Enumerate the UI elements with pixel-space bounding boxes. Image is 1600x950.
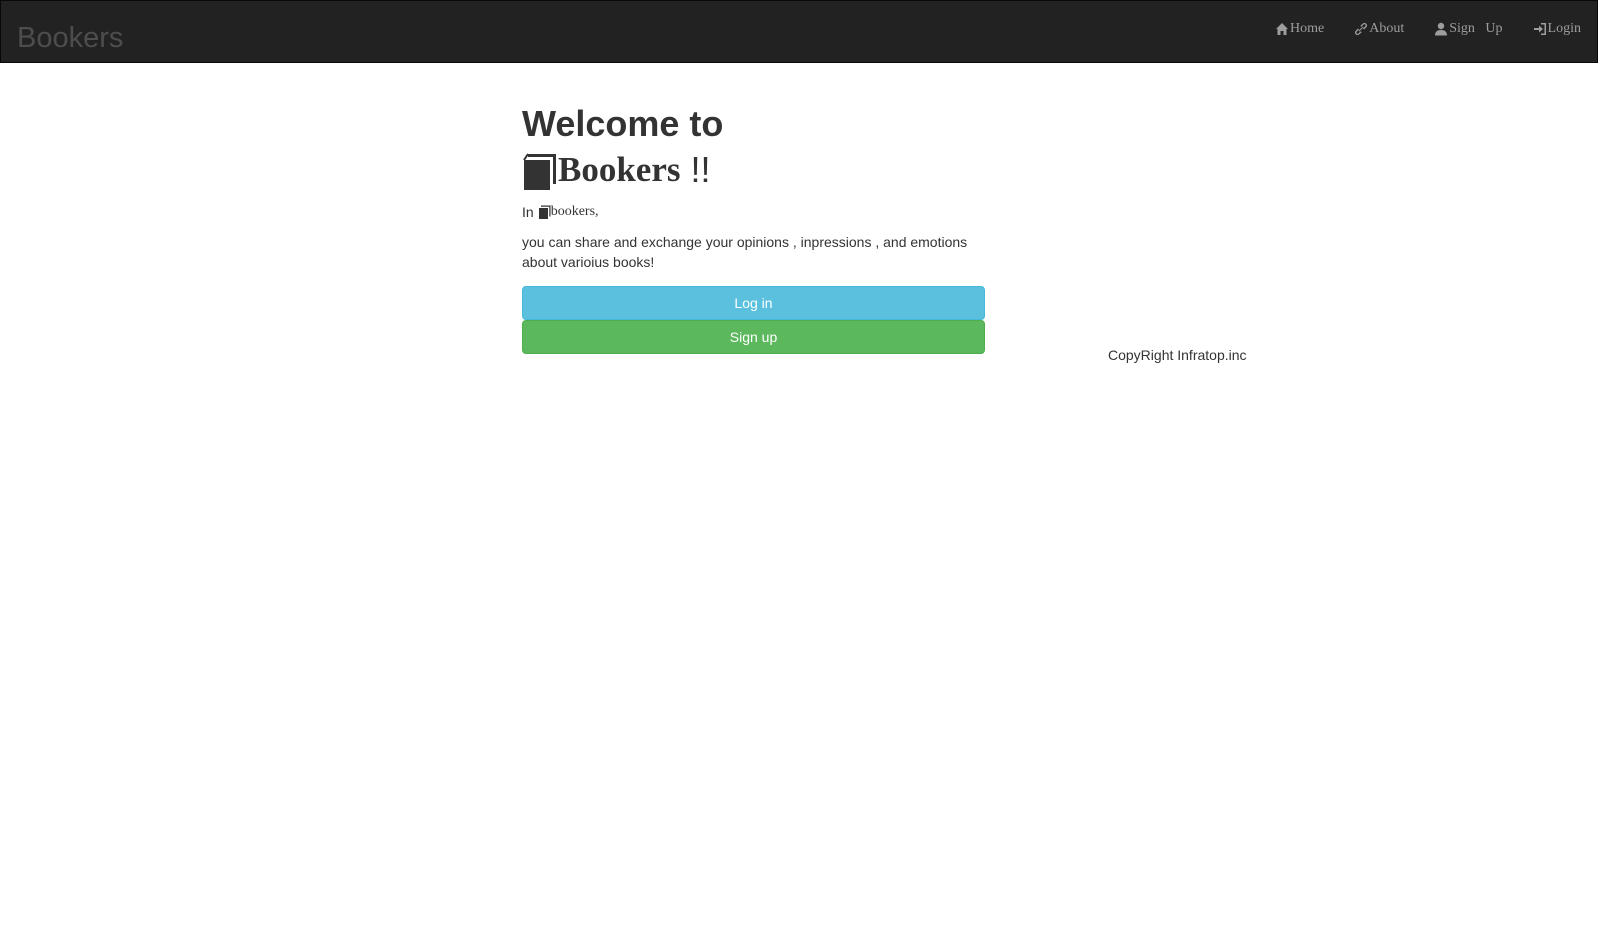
description-text: you can share and exchange your opinions… xyxy=(522,234,968,270)
copyright-text: CopyRight Infratop.inc xyxy=(1108,347,1247,363)
welcome-brand-line: Bookers !! xyxy=(522,144,985,190)
welcome-heading: Welcome to xyxy=(522,103,724,144)
small-book-icon xyxy=(538,205,551,219)
intro-brand-name: bookers, xyxy=(550,204,599,219)
intro-in-word: In xyxy=(522,204,534,220)
link-icon xyxy=(1355,23,1368,35)
top-navbar: Bookers Home About Sign Up Login xyxy=(0,0,1598,63)
user-icon xyxy=(1435,22,1448,36)
nav-item-about[interactable]: About xyxy=(1354,19,1404,39)
intro-line: In bookers, xyxy=(522,202,985,222)
book-icon xyxy=(523,153,556,190)
nav-item-signup[interactable]: Sign Up xyxy=(1434,19,1503,39)
nav-item-login-label: Login xyxy=(1547,21,1581,36)
log-in-button[interactable]: Log in xyxy=(522,286,985,320)
sign-up-button[interactable]: Sign up xyxy=(522,320,985,354)
nav-item-home[interactable]: Home xyxy=(1275,19,1324,39)
navbar-brand[interactable]: Bookers xyxy=(17,20,123,56)
nav-item-signup-label: Sign Up xyxy=(1449,21,1503,36)
home-icon xyxy=(1276,23,1289,35)
log-in-icon xyxy=(1533,23,1546,35)
navbar-menu: Home About Sign Up Login xyxy=(1245,19,1581,39)
welcome-brand-name: Bookers xyxy=(558,150,681,189)
welcome-exclamation: !! xyxy=(690,149,711,190)
nav-item-about-label: About xyxy=(1369,21,1405,36)
main-content: Welcome to Bookers !! In bookers, you ca… xyxy=(522,104,985,354)
nav-item-login[interactable]: Login xyxy=(1533,19,1581,39)
nav-item-home-label: Home xyxy=(1290,21,1325,36)
